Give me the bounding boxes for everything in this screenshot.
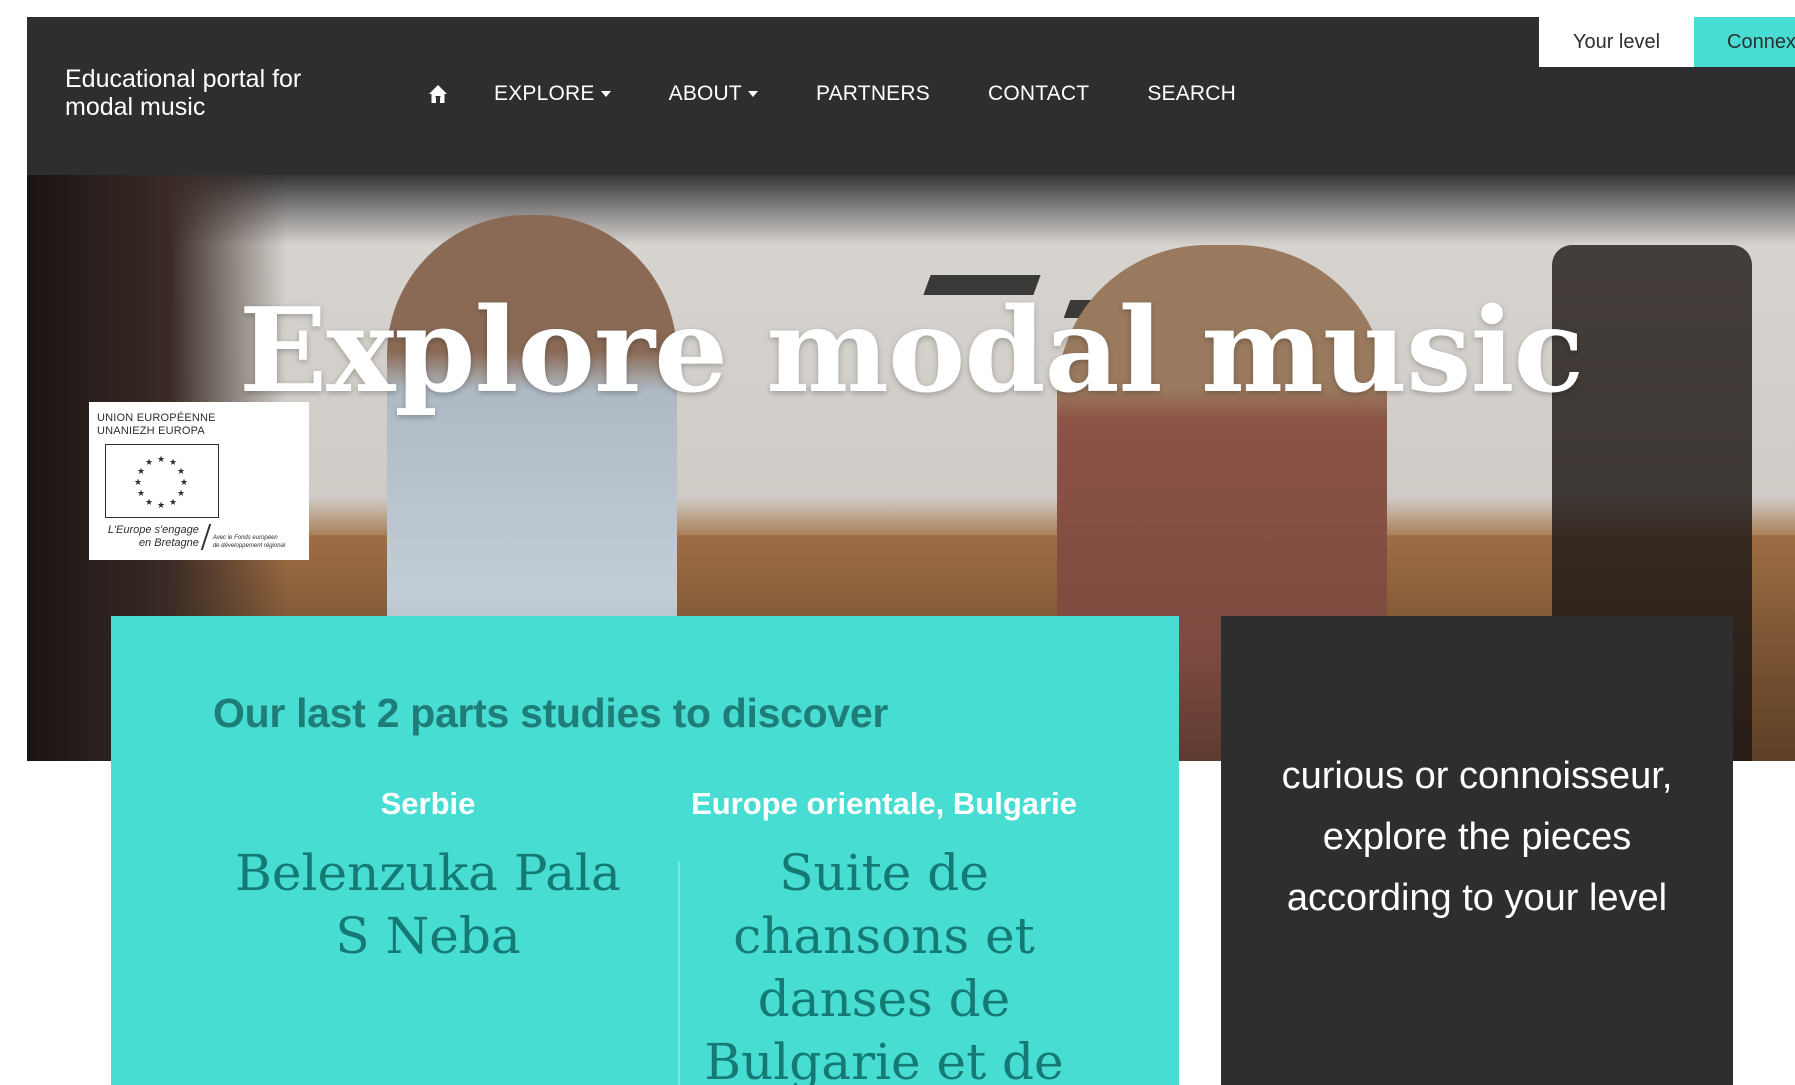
svg-text:★: ★ — [157, 455, 165, 465]
eu-badge-line2: UNANIEZH EUROPA — [97, 425, 205, 437]
eu-badge-fund-note: Avec le Fonds européen de développement … — [213, 534, 301, 550]
svg-text:★: ★ — [157, 501, 165, 510]
your-level-button[interactable]: Your level — [1539, 17, 1694, 67]
svg-text:★: ★ — [145, 458, 153, 468]
svg-text:★: ★ — [137, 467, 145, 477]
level-text-line: explore the pieces — [1322, 816, 1632, 858]
eu-badge-fund-line2: de développement régional — [212, 543, 286, 549]
page: Educational portal for modal music EXPLO… — [27, 17, 1795, 1085]
nav-item-partners[interactable]: PARTNERS — [816, 82, 930, 106]
study-region: Europe orientale, Bulgarie — [691, 786, 1077, 821]
study-region: Serbie — [380, 786, 476, 821]
svg-text:★: ★ — [134, 478, 142, 488]
level-text-line: according to your level — [1286, 877, 1668, 919]
nav-item-contact-label: CONTACT — [987, 82, 1090, 105]
study-title-line: danses de — [757, 970, 1011, 1028]
home-icon — [429, 85, 447, 103]
explore-by-level-text: curious or connoisseur, explore the piec… — [1221, 746, 1733, 929]
study-title-line: Suite de — [779, 844, 989, 902]
latest-studies-card: Our last 2 parts studies to discover Ser… — [111, 616, 1179, 1085]
eu-badge-slogan: L'Europe s'engage en Bretagne — [97, 524, 199, 550]
eu-badge-fund-line1: Avec le Fonds européen — [212, 535, 278, 541]
nav-item-explore-label: EXPLORE — [494, 82, 595, 105]
svg-text:★: ★ — [177, 467, 185, 477]
latest-studies-heading: Our last 2 parts studies to discover — [213, 690, 889, 736]
svg-text:★: ★ — [145, 498, 153, 508]
level-text-line: curious or connoisseur, — [1281, 755, 1673, 797]
connect-button[interactable]: Connex — [1694, 17, 1795, 67]
site-title[interactable]: Educational portal for modal music — [65, 65, 365, 121]
hero-title: Explore modal music — [238, 283, 1584, 419]
eu-badge-slogan-line1: L'Europe s'engage — [107, 524, 199, 536]
eu-stars-icon: ★ ★ ★ ★ ★ ★ ★ ★ ★ ★ ★ ★ — [134, 455, 188, 510]
study-title-line: Bulgarie et de — [704, 1033, 1064, 1085]
explore-by-level-card[interactable]: curious or connoisseur, explore the piec… — [1221, 616, 1733, 1085]
svg-text:★: ★ — [169, 458, 177, 468]
eu-badge-footer: L'Europe s'engage en Bretagne Avec le Fo… — [97, 524, 301, 550]
site-title-line1: Educational portal for — [65, 65, 302, 93]
study-title-line: Belenzuka Pala — [235, 844, 621, 902]
eu-flag-icon: ★ ★ ★ ★ ★ ★ ★ ★ ★ ★ ★ ★ — [105, 444, 219, 518]
nav-item-about-label: ABOUT — [668, 82, 742, 105]
study-title-line: chansons et — [733, 907, 1035, 965]
study-item-1[interactable]: Serbie Belenzuka Pala S Neba — [211, 786, 645, 968]
eu-badge-divider — [200, 524, 212, 550]
nav-item-partners-label: PARTNERS — [815, 82, 930, 105]
svg-text:★: ★ — [137, 489, 145, 499]
study-title: Belenzuka Pala S Neba — [211, 842, 645, 968]
svg-text:★: ★ — [177, 489, 185, 499]
nav-home-link[interactable] — [427, 83, 449, 105]
study-title: Suite de chansons et danses de Bulgarie … — [667, 842, 1101, 1085]
study-item-2[interactable]: Europe orientale, Bulgarie Suite de chan… — [667, 786, 1101, 1085]
nav-item-about[interactable]: ABOUT — [669, 82, 758, 106]
site-title-line2: modal music — [65, 93, 206, 121]
svg-text:★: ★ — [180, 478, 188, 488]
top-navbar: Educational portal for modal music EXPLO… — [27, 17, 1795, 175]
nav-item-contact[interactable]: CONTACT — [988, 82, 1089, 106]
main-nav: EXPLORE ABOUT PARTNERS CONTACT SEARCH — [427, 79, 1294, 109]
nav-item-search[interactable]: SEARCH — [1147, 82, 1236, 106]
study-title-line: S Neba — [335, 907, 521, 965]
eu-badge-line1: UNION EUROPÉENNE — [97, 412, 216, 424]
chevron-down-icon — [600, 91, 611, 97]
nav-item-search-label: SEARCH — [1147, 82, 1237, 105]
eu-badge-slogan-line2: en Bretagne — [138, 537, 199, 549]
eu-funding-badge: UNION EUROPÉENNE UNANIEZH EUROPA ★ ★ ★ ★… — [89, 402, 309, 560]
studies-column-divider — [678, 861, 680, 1085]
chevron-down-icon — [747, 91, 758, 97]
nav-item-explore[interactable]: EXPLORE — [494, 82, 611, 106]
svg-text:★: ★ — [169, 498, 177, 508]
